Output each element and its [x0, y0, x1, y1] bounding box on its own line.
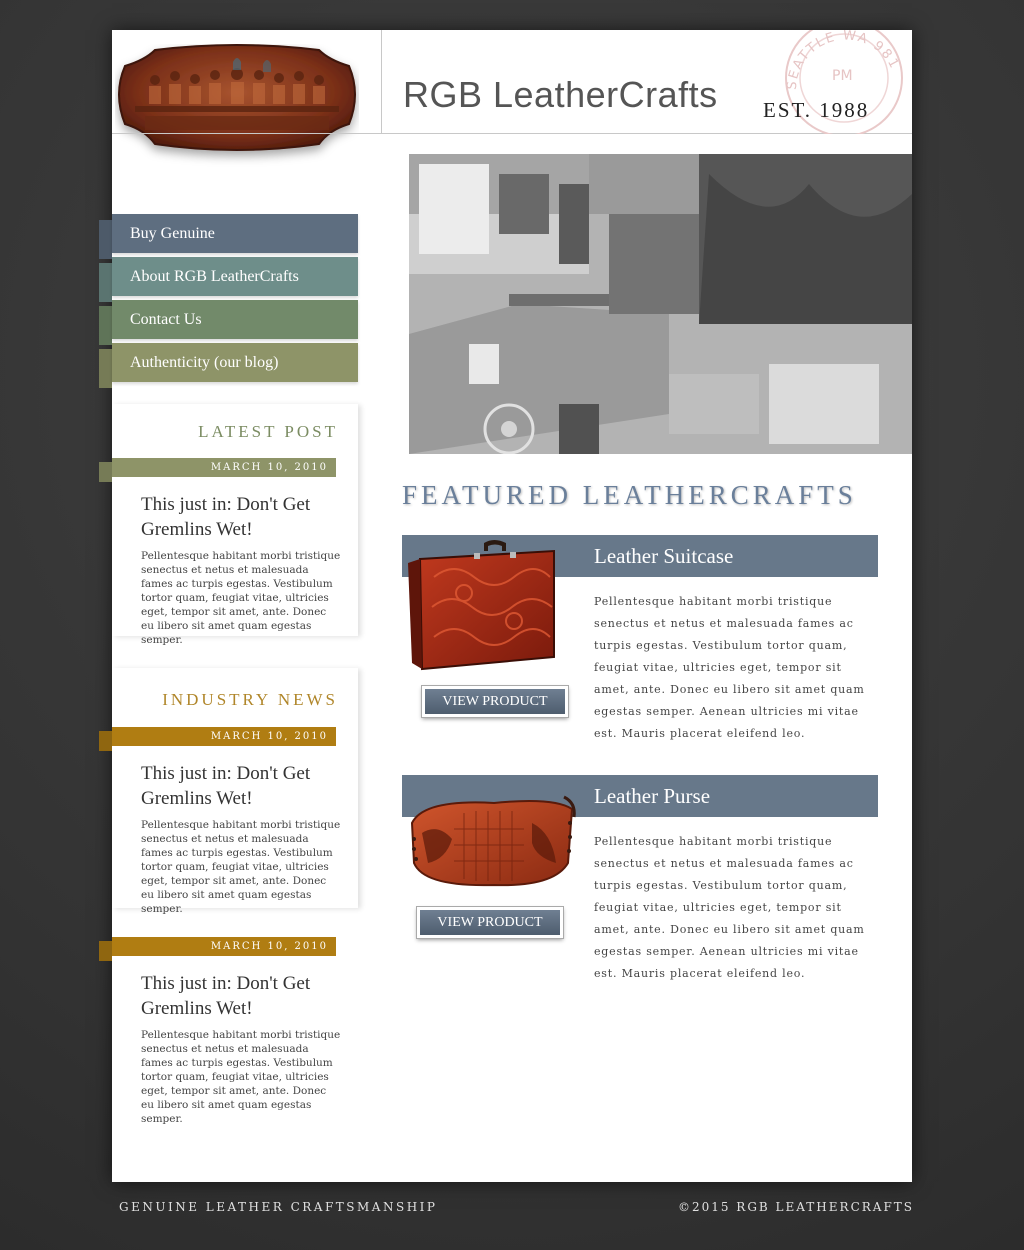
- purse-image[interactable]: [404, 783, 578, 903]
- post-excerpt: Pellentesque habitant morbi tristique se…: [141, 1029, 341, 1125]
- nav-tab: [99, 263, 112, 302]
- purse-icon: [410, 795, 576, 887]
- view-product-button[interactable]: VIEW PRODUCT: [416, 906, 564, 939]
- post-title[interactable]: This just in: Don't Get Gremlins Wet!: [141, 971, 341, 1021]
- post-excerpt: Pellentesque habitant morbi tristique se…: [141, 550, 341, 646]
- header-divider-vertical: [381, 30, 382, 133]
- news-date-strip: MARCH 10, 2010: [99, 937, 336, 961]
- industry-news-heading: INDUSTRY NEWS: [162, 690, 338, 709]
- carved-leather-logo-icon: [118, 44, 356, 151]
- nav-item-blog[interactable]: Authenticity (our blog): [99, 343, 358, 388]
- latest-post-date-strip: MARCH 10, 2010: [99, 458, 336, 482]
- product-card-purse: Leather Purse Pellentesque habitant morb…: [402, 775, 878, 985]
- nav-item-buy-genuine[interactable]: Buy Genuine: [99, 214, 358, 259]
- nav-label[interactable]: Authenticity (our blog): [112, 343, 358, 382]
- page-container: SEATTLE WA 981 PM RGB LeatherCrafts EST.…: [99, 30, 912, 1182]
- nav-tab: [99, 306, 112, 345]
- stamp-pm: PM: [832, 68, 853, 84]
- product-title[interactable]: Leather Purse: [594, 784, 710, 809]
- nav-item-contact[interactable]: Contact Us: [99, 300, 358, 345]
- nav-tab: [99, 220, 112, 259]
- view-product-button[interactable]: VIEW PRODUCT: [421, 685, 569, 718]
- product-card-suitcase: Leather Suitcase Pellentesque habitant m…: [402, 535, 878, 740]
- logo[interactable]: [115, 44, 359, 172]
- product-description: Pellentesque habitant morbi tristique se…: [594, 835, 865, 980]
- suitcase-icon: [408, 540, 555, 671]
- post-title[interactable]: This just in: Don't Get Gremlins Wet!: [141, 492, 341, 542]
- news-date-strip: MARCH 10, 2010: [99, 727, 336, 751]
- date-tab: [99, 731, 112, 751]
- site-title[interactable]: RGB LeatherCrafts: [403, 74, 718, 116]
- workshop-hero-image: [409, 154, 912, 454]
- post-date: MARCH 10, 2010: [112, 458, 336, 477]
- latest-post-section: LATEST POST MARCH 10, 2010 This just in:…: [99, 404, 358, 646]
- post-title[interactable]: This just in: Don't Get Gremlins Wet!: [141, 761, 341, 811]
- product-description: Pellentesque habitant morbi tristique se…: [594, 595, 865, 740]
- latest-post-heading: LATEST POST: [198, 422, 338, 441]
- footer-copyright: ©2015 RGB LEATHERCRAFTS: [677, 1200, 914, 1214]
- product-title[interactable]: Leather Suitcase: [594, 544, 733, 569]
- nav-label[interactable]: About RGB LeatherCrafts: [112, 257, 358, 296]
- footer-tagline: GENUINE LEATHER CRAFTSMANSHIP: [119, 1200, 438, 1214]
- suitcase-image[interactable]: [404, 537, 572, 673]
- nav-tab: [99, 349, 112, 388]
- industry-news-section: INDUSTRY NEWS MARCH 10, 2010 This just i…: [99, 668, 358, 915]
- main-nav: Buy Genuine About RGB LeatherCrafts Cont…: [99, 214, 358, 388]
- post-date: MARCH 10, 2010: [112, 727, 336, 746]
- post-excerpt: Pellentesque habitant morbi tristique se…: [141, 819, 341, 915]
- post-date: MARCH 10, 2010: [112, 937, 336, 956]
- date-tab: [99, 462, 112, 482]
- established-label: EST. 1988: [763, 98, 870, 122]
- date-tab: [99, 941, 112, 961]
- nav-label[interactable]: Contact Us: [112, 300, 358, 339]
- featured-heading: FEATURED LEATHERCRAFTS: [402, 480, 857, 510]
- nav-label[interactable]: Buy Genuine: [112, 214, 358, 253]
- nav-item-about[interactable]: About RGB LeatherCrafts: [99, 257, 358, 302]
